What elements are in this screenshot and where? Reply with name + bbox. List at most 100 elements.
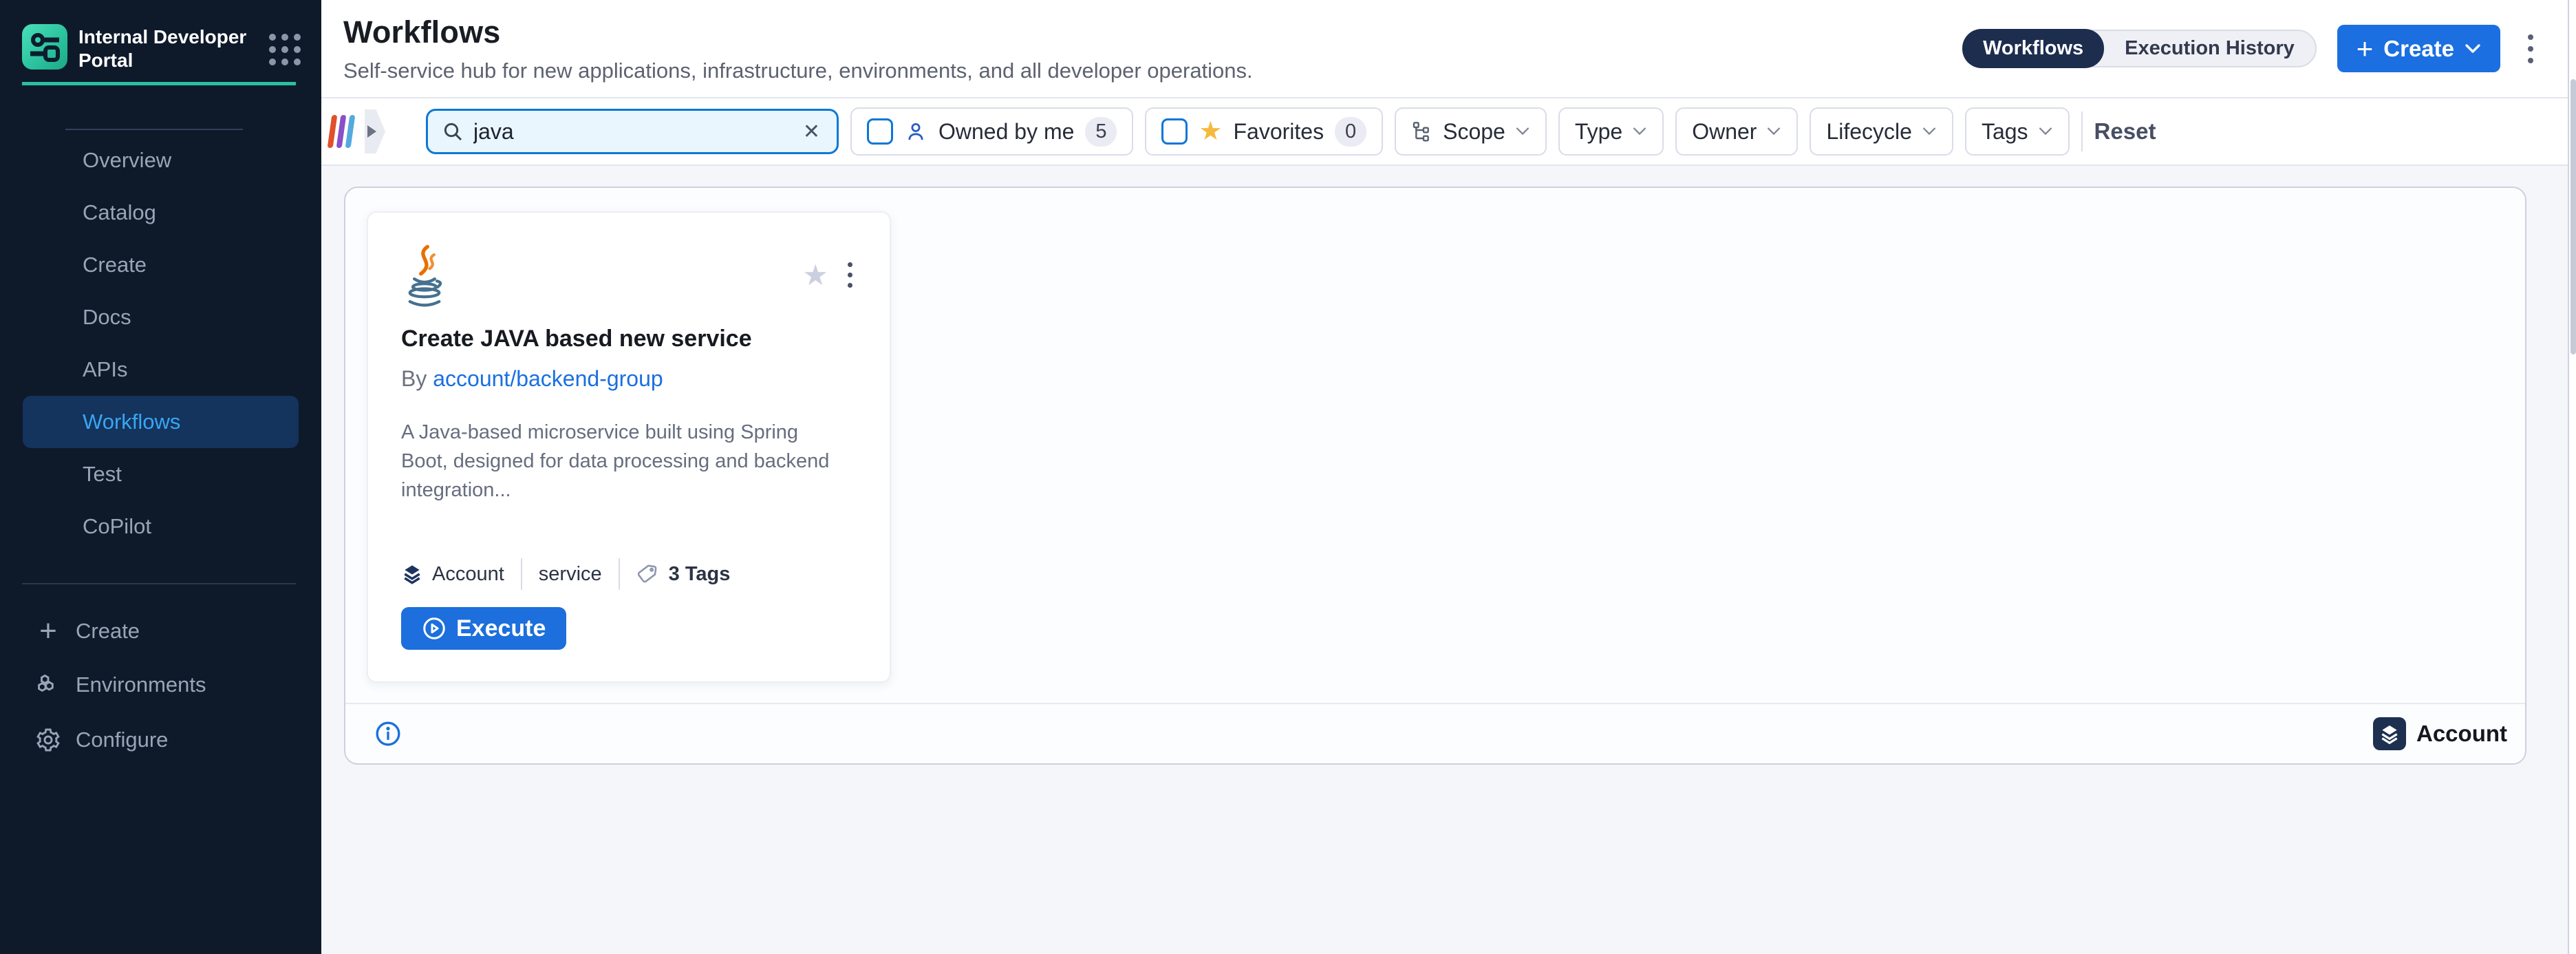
sidebar-item-catalog[interactable]: Catalog: [23, 187, 299, 239]
clear-search-icon[interactable]: ✕: [800, 120, 823, 144]
card-scope-label: Account: [432, 563, 504, 586]
sidebar-create-button[interactable]: + Create: [34, 607, 321, 655]
workflow-grid: ★ Create JAVA based new service By accou…: [345, 188, 2525, 683]
scope-account-badge: Account: [2373, 717, 2507, 750]
tag-icon: [636, 562, 660, 586]
sidebar-item-label: CoPilot: [83, 514, 151, 539]
filter-bar: ✕ Owned by me 5 ★ Favorites 0 Scope: [321, 98, 2568, 166]
chevron-down-icon: [1632, 127, 1647, 136]
sidebar: Internal Developer Portal Overview Catal…: [0, 0, 321, 954]
owner-dropdown[interactable]: Owner: [1675, 107, 1798, 156]
owned-by-me-label: Owned by me: [938, 119, 1074, 145]
type-dropdown[interactable]: Type: [1558, 107, 1664, 156]
info-icon[interactable]: [374, 720, 402, 748]
main-area: Workflows Self-service hub for new appli…: [321, 0, 2568, 954]
sidebar-item-label: Docs: [83, 305, 131, 330]
content-area: ★ Create JAVA based new service By accou…: [321, 166, 2568, 954]
card-description: A Java-based microservice built using Sp…: [401, 418, 848, 505]
favorites-checkbox[interactable]: [1161, 118, 1188, 145]
lifecycle-dropdown[interactable]: Lifecycle: [1810, 107, 1953, 156]
brand-name: Internal Developer Portal: [78, 25, 265, 72]
sidebar-item-apis[interactable]: APIs: [23, 343, 299, 396]
scope-account-label: Account: [2416, 721, 2507, 747]
meta-divider: [619, 558, 620, 590]
search-box: ✕: [426, 109, 839, 154]
plus-icon: +: [34, 617, 62, 645]
owner-label: Owner: [1692, 119, 1757, 145]
by-prefix: By: [401, 366, 427, 391]
sidebar-item-create[interactable]: Create: [23, 239, 299, 291]
chevron-down-icon: [1922, 127, 1937, 136]
page-header: Workflows Self-service hub for new appli…: [321, 0, 2568, 98]
scrollbar-thumb[interactable]: [2570, 79, 2576, 354]
owned-by-me-count: 5: [1085, 117, 1117, 147]
header-kebab-menu[interactable]: [2521, 29, 2540, 69]
sidebar-item-environments[interactable]: Environments: [34, 661, 321, 709]
page-scrollbar[interactable]: [2568, 0, 2576, 954]
apps-grid-icon[interactable]: [269, 34, 301, 65]
sidebar-divider: [22, 583, 296, 584]
sidebar-item-docs[interactable]: Docs: [23, 291, 299, 343]
chevron-down-icon: [2465, 43, 2481, 54]
account-layers-icon: [401, 563, 423, 585]
sidebar-item-overview[interactable]: Overview: [23, 134, 299, 187]
gear-icon: [34, 727, 62, 753]
execute-label: Execute: [456, 615, 546, 642]
sidebar-environments-label: Environments: [76, 672, 206, 697]
page-subtitle: Self-service hub for new applications, i…: [343, 59, 1253, 83]
hierarchy-icon: [1411, 120, 1433, 142]
title-block: Workflows Self-service hub for new appli…: [343, 14, 1253, 83]
create-button[interactable]: + Create: [2337, 25, 2500, 72]
plus-icon: +: [2357, 36, 2374, 61]
sidebar-item-configure[interactable]: Configure: [34, 716, 321, 764]
sidebar-nav: Overview Catalog Create Docs APIs Workfl…: [0, 134, 321, 553]
execute-button[interactable]: Execute: [401, 607, 566, 650]
star-icon: ★: [1199, 118, 1222, 145]
chevron-down-icon: [1515, 127, 1530, 136]
scope-dropdown[interactable]: Scope: [1395, 107, 1547, 156]
owned-by-me-filter[interactable]: Owned by me 5: [850, 107, 1133, 156]
person-icon: [904, 120, 927, 143]
page-title: Workflows: [343, 14, 1253, 50]
tab-workflows[interactable]: Workflows: [1962, 29, 2104, 68]
view-toggle: Workflows Execution History: [1962, 30, 2317, 67]
reset-filters-link[interactable]: Reset: [2094, 118, 2156, 145]
sidebar-item-workflows[interactable]: Workflows: [23, 396, 299, 448]
owner-group-link[interactable]: account/backend-group: [433, 366, 663, 391]
brand: Internal Developer Portal: [22, 24, 301, 72]
scope-label: Scope: [1443, 119, 1505, 145]
play-circle-icon: [422, 616, 447, 641]
favorites-count: 0: [1335, 117, 1366, 147]
expand-panel-arrow-icon[interactable]: [365, 109, 385, 153]
meta-divider: [521, 558, 522, 590]
tab-execution-history[interactable]: Execution History: [2104, 30, 2315, 67]
card-meta-row: Account service 3 Tags: [401, 558, 857, 590]
tags-dropdown[interactable]: Tags: [1965, 107, 2070, 156]
favorite-star-icon[interactable]: ★: [802, 261, 828, 290]
sidebar-item-test[interactable]: Test: [23, 448, 299, 500]
search-input[interactable]: [473, 119, 791, 145]
workflow-card[interactable]: ★ Create JAVA based new service By accou…: [367, 211, 891, 683]
favorites-label: Favorites: [1234, 119, 1324, 145]
card-title: Create JAVA based new service: [401, 326, 857, 352]
chevron-down-icon: [2038, 127, 2053, 136]
filter-divider: [2081, 112, 2083, 151]
card-type-label: service: [539, 563, 602, 586]
card-tags-count[interactable]: 3 Tags: [669, 563, 731, 586]
panel-footer: Account: [345, 703, 2525, 763]
sidebar-item-label: Catalog: [83, 200, 156, 225]
chevron-down-icon: [1766, 127, 1781, 136]
portal-logo-icon: [22, 24, 67, 70]
favorites-filter[interactable]: ★ Favorites 0: [1145, 107, 1383, 156]
environments-hexagons-icon: [34, 672, 62, 698]
filter-panel-icon[interactable]: [328, 115, 356, 148]
brand-line1: Internal Developer: [78, 25, 265, 49]
card-byline: By account/backend-group: [401, 366, 857, 392]
search-icon: [442, 120, 464, 142]
owned-by-me-checkbox[interactable]: [867, 118, 893, 145]
card-kebab-menu[interactable]: [844, 258, 857, 292]
sidebar-item-copilot[interactable]: CoPilot: [23, 500, 299, 553]
create-button-label: Create: [2383, 36, 2454, 62]
sidebar-configure-label: Configure: [76, 728, 168, 752]
workflows-panel: ★ Create JAVA based new service By accou…: [344, 187, 2526, 765]
